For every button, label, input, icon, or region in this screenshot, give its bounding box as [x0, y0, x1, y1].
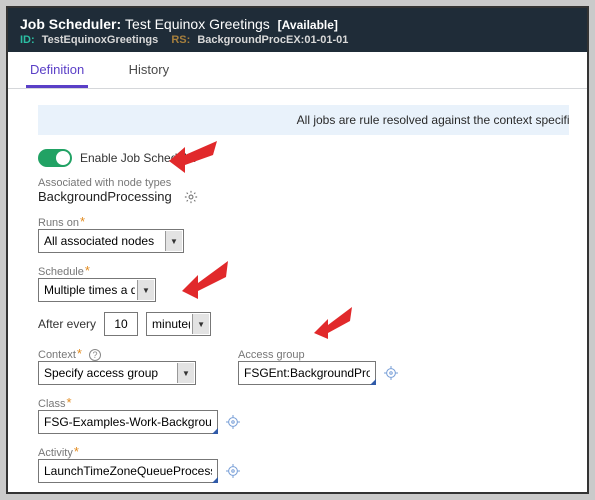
rs-label: RS:: [171, 34, 190, 46]
access-group-input[interactable]: [238, 361, 376, 385]
title-prefix: Job Scheduler:: [20, 16, 121, 32]
info-bar: All jobs are rule resolved against the c…: [38, 105, 569, 135]
title-status: [Available]: [278, 18, 338, 32]
after-every-label: After every: [38, 317, 96, 331]
content-area: Enable Job Scheduler Associated with nod…: [8, 147, 587, 494]
enable-toggle[interactable]: [38, 149, 72, 167]
meta-row: ID: TestEquinoxGreetings RS: BackgroundP…: [20, 34, 575, 46]
enable-label: Enable Job Scheduler: [80, 151, 197, 165]
tab-definition[interactable]: Definition: [26, 52, 88, 88]
target-icon[interactable]: [384, 366, 398, 380]
interval-input[interactable]: [104, 312, 138, 336]
class-input[interactable]: [38, 410, 218, 434]
schedule-select[interactable]: Multiple times a day: [38, 278, 156, 302]
header-bar: Job Scheduler: Test Equinox Greetings [A…: [8, 8, 587, 52]
access-group-label: Access group: [238, 349, 398, 361]
tab-strip: Definition History: [8, 52, 587, 89]
context-select[interactable]: Specify access group: [38, 361, 196, 385]
unit-select[interactable]: minute(s): [146, 312, 211, 336]
rs-value: BackgroundProcEX:01-01-01: [197, 34, 348, 46]
id-value: TestEquinoxGreetings: [42, 34, 159, 46]
title-name: Test Equinox Greetings: [125, 16, 270, 32]
class-label: Class: [38, 395, 569, 410]
context-label: Context ?: [38, 346, 196, 361]
assoc-value: BackgroundProcessing: [38, 189, 172, 204]
parameters-link[interactable]: Parameters: [38, 493, 569, 494]
title-row: Job Scheduler: Test Equinox Greetings [A…: [20, 16, 575, 32]
runs-on-label: Runs on: [38, 214, 569, 229]
assoc-label: Associated with node types: [38, 177, 172, 189]
id-label: ID:: [20, 34, 35, 46]
info-text: All jobs are rule resolved against the c…: [297, 113, 569, 127]
runs-on-select[interactable]: All associated nodes: [38, 229, 184, 253]
help-icon[interactable]: ?: [89, 349, 101, 361]
activity-input[interactable]: [38, 459, 218, 483]
activity-label: Activity: [38, 444, 569, 459]
target-icon[interactable]: [226, 415, 240, 429]
gear-icon[interactable]: [184, 190, 198, 204]
tab-history[interactable]: History: [125, 52, 173, 85]
schedule-label: Schedule: [38, 263, 569, 278]
target-icon[interactable]: [226, 464, 240, 478]
